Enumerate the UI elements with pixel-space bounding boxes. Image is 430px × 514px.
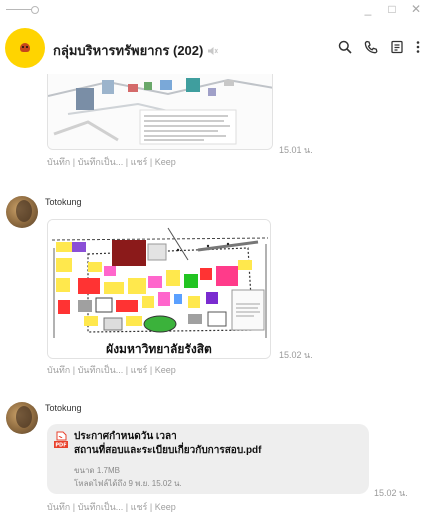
image-message-map-1[interactable] — [47, 74, 273, 150]
svg-text:PDF: PDF — [55, 443, 66, 449]
file-expiry: โหลดไฟล์ได้ถึง 9 พ.ย. 15.02 น. — [74, 479, 182, 488]
chat-title-text: กลุ่มบริหารทรัพยากร (202) — [53, 43, 204, 58]
sender-name: Totokung — [45, 403, 82, 413]
message-actions[interactable]: บันทึก | บันทึกเป็น... | แชร์ | Keep — [47, 363, 176, 377]
message-time: 15.01 น. — [279, 145, 313, 155]
minimize-button[interactable]: _ — [362, 2, 374, 16]
file-size: ขนาด 1.7MB — [74, 466, 120, 475]
message-time: 15.02 น. — [374, 488, 408, 498]
pdf-file-icon: PDF — [54, 431, 68, 449]
file-name-line1: ประกาศกำหนดวัน เวลา — [74, 431, 177, 442]
message-time: 15.02 น. — [279, 350, 313, 360]
image-caption: ผังมหาวิทยาลัยรังสิต — [48, 341, 270, 358]
chat-header: กลุ่มบริหารทรัพยากร (202) — [0, 28, 430, 68]
mute-icon — [207, 46, 219, 56]
search-icon[interactable] — [338, 40, 352, 54]
pin-icon[interactable] — [6, 6, 46, 14]
sender-name: Totokung — [45, 197, 82, 207]
maximize-button[interactable]: □ — [386, 2, 398, 16]
file-message[interactable]: PDF ประกาศกำหนดวัน เวลา สถานที่สอบและระเ… — [47, 424, 369, 494]
sender-avatar[interactable] — [6, 402, 38, 434]
message-actions[interactable]: บันทึก | บันทึกเป็น... | แชร์ | Keep — [47, 500, 176, 514]
file-name-line2: สถานที่สอบและระเบียบเกี่ยวกับการสอบ.pdf — [74, 445, 262, 456]
notes-icon[interactable] — [390, 40, 404, 54]
chat-title[interactable]: กลุ่มบริหารทรัพยากร (202) — [53, 40, 219, 61]
more-options-icon[interactable] — [416, 40, 420, 54]
image-message-campus-map[interactable]: ผังมหาวิทยาลัยรังสิต — [47, 219, 271, 359]
call-icon[interactable] — [364, 40, 378, 54]
window-titlebar: _ □ ✕ — [0, 0, 430, 20]
sender-avatar[interactable] — [6, 196, 38, 228]
campus-map-thumbnail — [48, 74, 272, 149]
campus-map-image — [48, 220, 270, 343]
message-actions[interactable]: บันทึก | บันทึกเป็น... | แชร์ | Keep — [47, 155, 176, 169]
close-button[interactable]: ✕ — [410, 2, 422, 16]
group-avatar[interactable] — [5, 28, 45, 68]
